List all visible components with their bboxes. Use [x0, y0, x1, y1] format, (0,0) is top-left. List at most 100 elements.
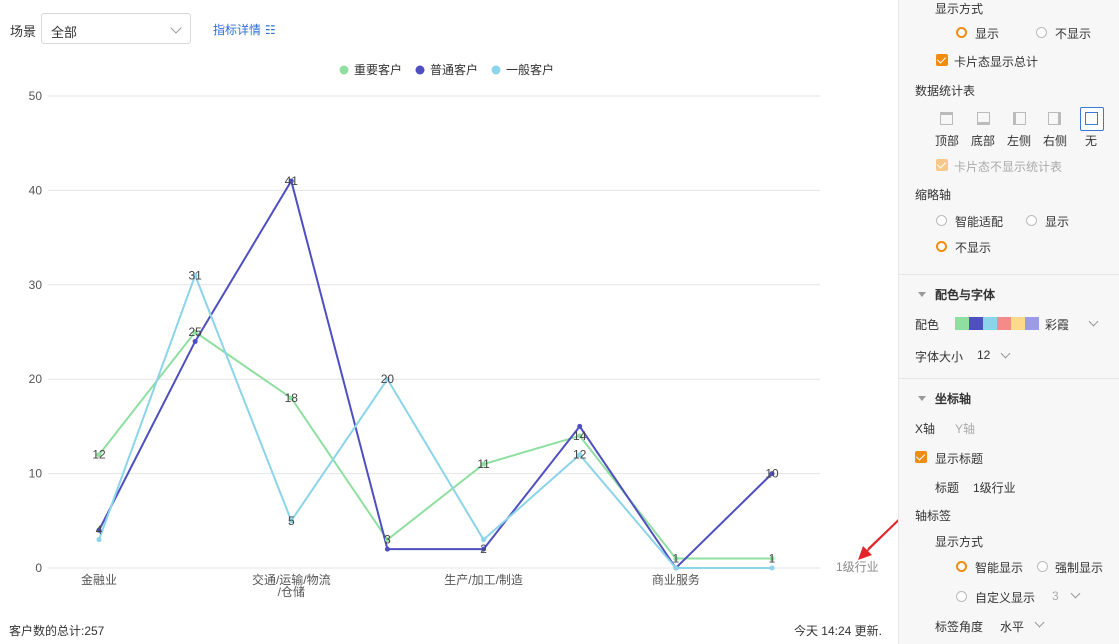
y-tick-label: 50: [29, 89, 43, 103]
collapse-triangle-icon[interactable]: [918, 292, 926, 297]
chevron-down-icon[interactable]: [1070, 588, 1081, 599]
series-points: [96, 178, 775, 571]
legend-marker: [415, 65, 425, 75]
radio-axis-custom[interactable]: [956, 591, 967, 602]
data-label: 1: [673, 552, 680, 566]
card-hide-stats-checkbox[interactable]: [936, 159, 948, 171]
stats-top-icon[interactable]: [937, 109, 957, 129]
data-point: [192, 338, 198, 344]
display-hide-label: 不显示: [1055, 27, 1092, 41]
color-label: 配色: [915, 318, 940, 332]
red-arrow-annotation: [867, 519, 898, 550]
data-label: 12: [573, 448, 587, 462]
settings-panel: 显示方式 显示 不显示 卡片态显示总计 数据统计表 顶部 底部 左侧 右侧 无 …: [898, 0, 1119, 644]
color-swatch: [1011, 317, 1025, 330]
radio-axis-smart[interactable]: [956, 561, 967, 572]
color-scheme-name: 彩霞: [1045, 318, 1070, 332]
data-label: 10: [765, 467, 779, 481]
data-point: [96, 537, 102, 543]
thumbnail-auto-label: 智能适配: [955, 215, 1004, 229]
total-count: 客户数的总计:257: [9, 624, 105, 638]
label-angle-value[interactable]: 水平: [1000, 618, 1024, 635]
data-label: 25: [188, 325, 202, 339]
radio-display-hide[interactable]: [1036, 27, 1047, 38]
chevron-down-icon[interactable]: [1000, 348, 1011, 359]
line-chart: 01020304050 金融业 交通/运输/物流/仓储生产/加工/制造 商业服务 1…: [29, 62, 898, 599]
data-label: 20: [381, 372, 395, 386]
x-tick-label: 金融业: [81, 572, 117, 587]
stats-bottom-label: 底部: [971, 134, 996, 148]
stats-left-icon[interactable]: [1010, 109, 1030, 129]
stats-table-title: 数据统计表: [915, 84, 976, 98]
title-label: 标题: [935, 481, 960, 495]
radio-thumbnail-hide[interactable]: [936, 241, 947, 252]
radio-display-show[interactable]: [956, 27, 967, 38]
y-tick-label: 40: [29, 183, 43, 197]
data-label: 12: [92, 448, 106, 462]
stats-left-label: 左侧: [1007, 134, 1032, 148]
legend-label: 一般客户: [506, 62, 554, 77]
y-tick-label: 30: [29, 278, 43, 292]
card-total-checkbox[interactable]: [936, 54, 948, 66]
data-point: [673, 565, 679, 571]
tab-x-axis[interactable]: X轴: [915, 420, 935, 437]
series-line: [98, 272, 772, 569]
chart-area: ˆ 场景 全部 指标详情☷ 01020304050 金融业交通/运输/物流/仓储…: [0, 0, 898, 644]
stats-right-icon[interactable]: [1045, 109, 1065, 129]
card-hide-stats-label: 卡片态不显示统计表: [954, 160, 1063, 174]
data-label: 5: [288, 514, 295, 528]
axis-custom-label: 自定义显示: [975, 591, 1036, 605]
data-label: 2: [480, 542, 487, 556]
update-time: 今天 14:24 更新.: [793, 624, 882, 638]
show-title-label: 显示标题: [935, 452, 984, 466]
display-mode-title: 显示方式: [935, 2, 984, 16]
custom-value[interactable]: 3: [1052, 589, 1059, 603]
color-swatch: [955, 317, 969, 330]
axis-smart-label: 智能显示: [975, 561, 1024, 575]
font-size-label: 字体大小: [915, 350, 964, 364]
data-label: 3: [384, 533, 391, 547]
legend-label: 重要客户: [354, 62, 402, 77]
chevron-down-icon[interactable]: [1034, 617, 1045, 628]
thumbnail-axis-title: 缩略轴: [915, 188, 952, 202]
stats-bottom-icon[interactable]: [974, 109, 994, 129]
legend-label: 普通客户: [430, 62, 478, 77]
radio-thumbnail-auto[interactable]: [936, 215, 947, 226]
axis-labels-title: 轴标签: [915, 509, 952, 523]
stats-top-label: 顶部: [935, 134, 960, 148]
y-tick-label: 10: [29, 467, 43, 481]
data-label: 41: [285, 174, 299, 188]
radio-axis-force[interactable]: [1037, 561, 1048, 572]
title-value[interactable]: 1级行业: [973, 479, 1016, 496]
collapse-triangle-icon[interactable]: [918, 396, 926, 401]
axis-title: 坐标轴: [935, 392, 972, 406]
x-tick-label: /仓储: [278, 584, 305, 599]
grid-lines: [48, 95, 820, 569]
color-swatch: [969, 317, 983, 330]
color-swatch: [983, 317, 997, 330]
data-label: 18: [285, 391, 299, 405]
data-label: 14: [573, 429, 587, 443]
data-point: [384, 546, 390, 552]
data-label: 11: [477, 457, 490, 471]
y-tick-label: 20: [29, 372, 43, 386]
display-show-label: 显示: [975, 27, 1000, 41]
font-size-value[interactable]: 12: [977, 348, 990, 362]
data-point: [769, 565, 775, 571]
x-tick-label: 商业服务: [652, 572, 700, 587]
color-font-title: 配色与字体: [935, 288, 996, 302]
thumbnail-hide-label: 不显示: [955, 241, 992, 255]
data-label: 31: [188, 268, 202, 282]
stats-none-icon[interactable]: [1080, 107, 1104, 131]
color-swatch: [1025, 317, 1039, 330]
radio-thumbnail-show[interactable]: [1026, 215, 1037, 226]
stats-none-label: 无: [1085, 134, 1098, 148]
tab-y-axis[interactable]: Y轴: [955, 420, 975, 437]
divider: [899, 378, 1119, 380]
legend: 重要客户 普通客户 一般客户: [339, 62, 554, 77]
label-angle-label: 标签角度: [935, 620, 984, 634]
show-title-checkbox[interactable]: [915, 451, 927, 463]
x-axis-ticks: 金融业 交通/运输/物流/仓储生产/加工/制造 商业服务: [81, 572, 700, 599]
series-lines: [98, 178, 773, 570]
y-axis-ticks: 0 10 20 30 40 50: [29, 89, 43, 575]
